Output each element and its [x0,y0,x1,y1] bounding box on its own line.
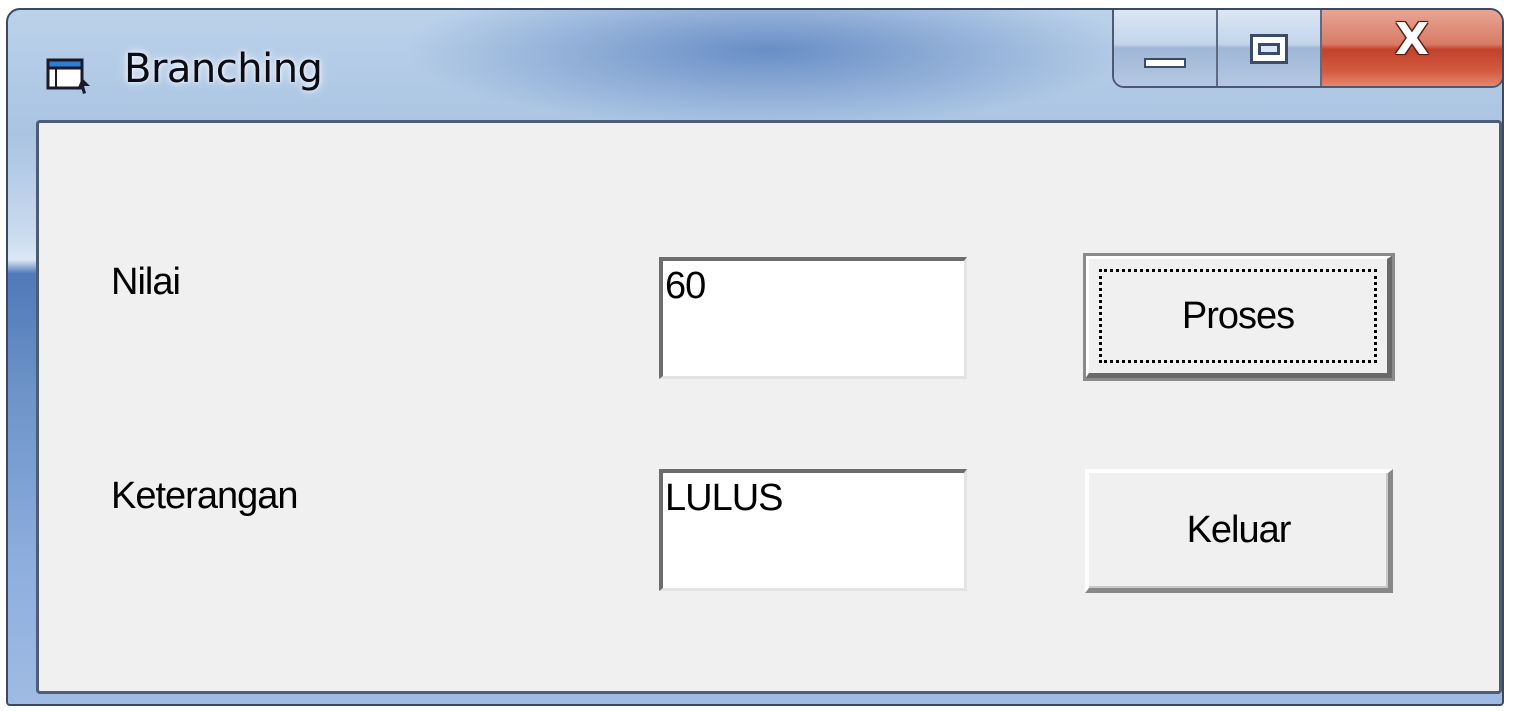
proses-button-label: Proses [1181,294,1295,337]
maximize-icon [1250,34,1288,64]
minimize-button[interactable] [1114,10,1218,86]
app-window: Branching X Nilai 60 Proses Keterangan L… [6,8,1504,706]
close-button[interactable]: X [1322,10,1502,86]
close-icon: X [1395,14,1429,65]
caption-buttons: X [1112,10,1502,88]
title-bar[interactable]: Branching X [8,10,1502,118]
proses-button[interactable]: Proses [1083,253,1395,381]
nilai-label: Nilai [111,261,181,303]
minimize-icon [1144,58,1186,68]
maximize-button[interactable] [1218,10,1322,86]
window-title: Branching [124,46,323,92]
keterangan-label: Keterangan [111,475,298,517]
keluar-button-label: Keluar [1186,509,1292,551]
keterangan-input[interactable]: LULUS [659,469,967,591]
form-window-icon [46,58,90,94]
nilai-input[interactable]: 60 [659,257,967,379]
keluar-button[interactable]: Keluar [1085,469,1393,593]
form-client-area: Nilai 60 Proses Keterangan LULUS Keluar [36,120,1502,694]
